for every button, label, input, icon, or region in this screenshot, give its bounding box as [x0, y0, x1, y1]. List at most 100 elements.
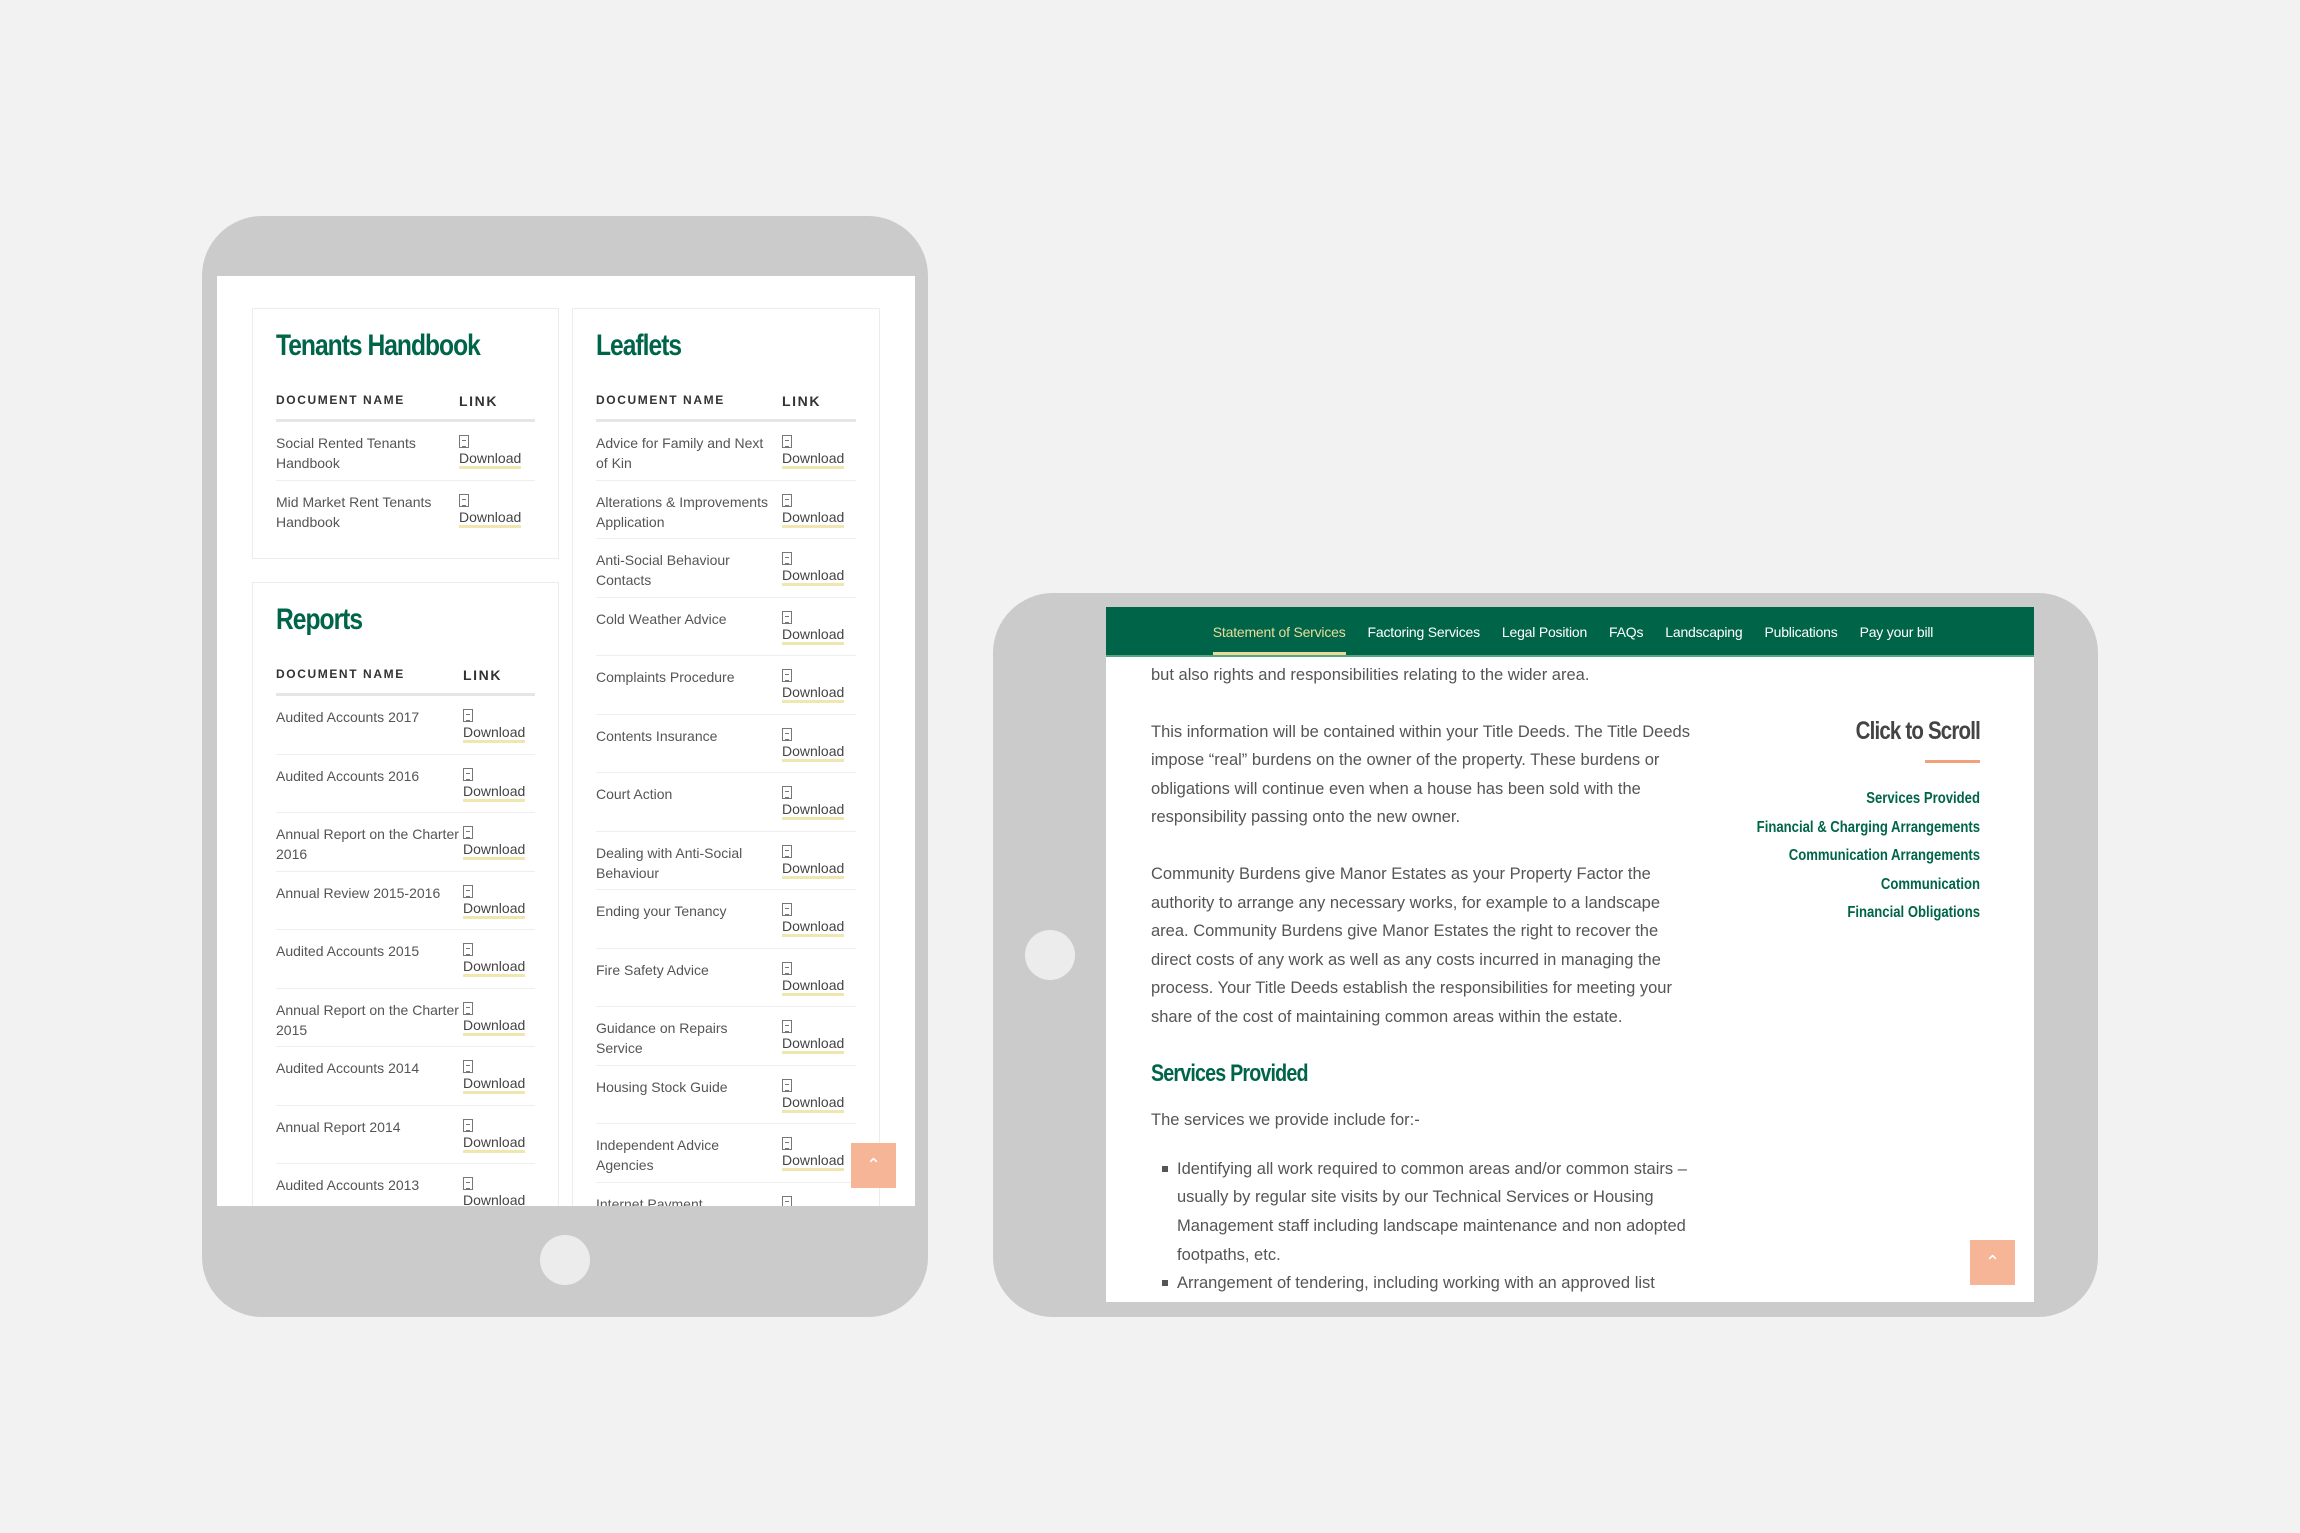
sidebar-link[interactable]: Services Provided — [1734, 785, 1980, 814]
document-name: Audited Accounts 2013 — [276, 1177, 420, 1193]
download-link[interactable]: Download — [782, 802, 845, 820]
document-icon — [459, 493, 469, 507]
document-icon — [463, 1060, 473, 1073]
nav-item[interactable]: Publications — [1764, 607, 1837, 655]
document-icon — [782, 1078, 792, 1092]
download-link[interactable]: Download — [782, 685, 845, 703]
download-link[interactable]: Download — [463, 783, 526, 802]
section-heading: Services Provided — [1151, 1059, 1309, 1087]
document-icon — [463, 1118, 473, 1132]
document-name: Annual Report 2014 — [276, 1118, 401, 1135]
table-row: Guidance on Repairs Service Download — [596, 1007, 856, 1066]
download-link[interactable]: Download — [782, 568, 845, 586]
scroll-to-top-button[interactable]: ⌃ — [1970, 1240, 2015, 1285]
download-link[interactable]: Download — [782, 451, 845, 469]
download-link[interactable]: Download — [463, 959, 526, 977]
download-link[interactable]: Download — [782, 1094, 845, 1113]
download-link[interactable]: Download — [782, 626, 845, 645]
column-header-link: LINK — [459, 393, 499, 409]
download-link[interactable]: Download — [463, 842, 526, 860]
download-link[interactable]: Download — [782, 743, 845, 762]
column-header-link: LINK — [782, 393, 822, 409]
document-icon — [459, 435, 469, 448]
download-link[interactable]: Download — [782, 509, 845, 528]
table-row: Ending your Tenancy Download — [596, 890, 856, 949]
sidebar-link[interactable]: Financial Obligations — [1734, 899, 1980, 928]
download-link[interactable]: Download — [463, 1076, 526, 1094]
document-icon — [782, 903, 792, 916]
table-row: Fire Safety Advice Download — [596, 949, 856, 1007]
document-name: Guidance on Repairs Service — [596, 1020, 728, 1056]
document-name: Audited Accounts 2015 — [276, 943, 420, 959]
nav-item[interactable]: Landscaping — [1665, 607, 1742, 655]
download-link[interactable]: Download — [459, 451, 522, 469]
table-row: Audited Accounts 2016 Download — [276, 755, 535, 813]
nav-item[interactable]: FAQs — [1609, 607, 1643, 655]
nav-item[interactable]: Statement of Services — [1212, 607, 1346, 655]
sidebar-link[interactable]: Communication Arrangements — [1734, 842, 1980, 871]
tablet-landscape-screen: Statement of Services Factoring Services L… — [1106, 607, 2034, 1302]
card-title: Tenants Handbook — [276, 329, 481, 362]
sidebar-link[interactable]: Communication — [1734, 871, 1980, 900]
download-link[interactable]: Download — [463, 900, 526, 919]
download-link[interactable]: Download — [463, 725, 526, 743]
scroll-to-top-button[interactable]: ⌃ — [851, 1143, 896, 1188]
divider — [1925, 760, 1980, 763]
document-name: Social Rented Tenants Handbook — [276, 435, 416, 471]
document-icon — [463, 767, 473, 781]
document-name: Housing Stock Guide — [596, 1078, 728, 1095]
download-link[interactable]: Download — [782, 919, 845, 937]
document-icon — [463, 1177, 473, 1190]
nav-item[interactable]: Pay your bill — [1860, 607, 1934, 655]
table-row: Audited Accounts 2013 Download — [276, 1164, 535, 1206]
table-row: Complaints Procedure Download — [596, 656, 856, 715]
home-button[interactable] — [1025, 930, 1075, 980]
document-icon — [782, 669, 792, 682]
table-row: Dealing with Anti-Social Behaviour Downlo… — [596, 832, 856, 890]
reports-card: Reports DOCUMENT NAME LINK Audited Account… — [252, 582, 559, 1206]
column-header-name: DOCUMENT NAME — [596, 393, 725, 407]
document-name: Anti-Social Behaviour Contacts — [596, 552, 730, 588]
table-row: Audited Accounts 2015 Download — [276, 930, 535, 989]
download-link[interactable]: Download — [463, 1017, 526, 1036]
tablet-portrait-screen: Tenants Handbook DOCUMENT NAME LINK Social… — [217, 276, 915, 1206]
download-link[interactable]: Download — [782, 977, 845, 996]
document-name: Annual Report on the Charter 2016 — [276, 826, 459, 862]
download-link[interactable]: Download — [463, 1134, 526, 1153]
table-row: Annual Report on the Charter 2015 Downloa… — [276, 989, 535, 1047]
document-icon — [463, 826, 473, 839]
document-name: Annual Review 2015-2016 — [276, 884, 441, 901]
paragraph: but also rights and responsibilities rel… — [1151, 666, 1590, 684]
table-row: Audited Accounts 2017 Download — [276, 696, 535, 755]
download-link[interactable]: Download — [782, 1036, 845, 1054]
document-icon — [782, 1020, 792, 1033]
table-row: Independent Advice Agencies Download — [596, 1124, 856, 1183]
download-link[interactable]: Download — [782, 860, 845, 879]
document-name: Complaints Procedure — [596, 669, 735, 685]
nav-item[interactable]: Legal Position — [1502, 607, 1587, 655]
download-link[interactable]: Download — [463, 1193, 525, 1207]
table-header: DOCUMENT NAME LINK — [276, 667, 535, 696]
table-header: DOCUMENT NAME LINK — [276, 393, 535, 422]
table-row: Housing Stock Guide Download — [596, 1066, 856, 1124]
document-name: Audited Accounts 2017 — [276, 709, 420, 725]
document-icon — [463, 884, 473, 898]
download-link[interactable]: Download — [459, 509, 522, 528]
sidebar-title: Click to Scroll — [1855, 717, 1981, 745]
table-row: Internet Payment — [596, 1183, 856, 1206]
sidebar-link[interactable]: Financial & Charging Arrangements — [1734, 814, 1980, 843]
card-title: Reports — [276, 603, 363, 636]
document-name: Audited Accounts 2016 — [276, 767, 420, 784]
document-name: Audited Accounts 2014 — [276, 1060, 420, 1076]
document-icon — [782, 844, 792, 858]
table-row: Cold Weather Advice Download — [596, 598, 856, 656]
home-button[interactable] — [540, 1235, 590, 1285]
nav-item[interactable]: Factoring Services — [1368, 607, 1481, 655]
column-header-name: DOCUMENT NAME — [276, 393, 405, 407]
table-row: Social Rented Tenants Handbook Download — [276, 422, 535, 481]
download-link[interactable]: Download — [782, 1153, 845, 1171]
document-icon — [782, 493, 792, 507]
document-name: Independent Advice Agencies — [596, 1137, 719, 1173]
document-icon — [463, 709, 473, 722]
document-name: Cold Weather Advice — [596, 610, 727, 627]
